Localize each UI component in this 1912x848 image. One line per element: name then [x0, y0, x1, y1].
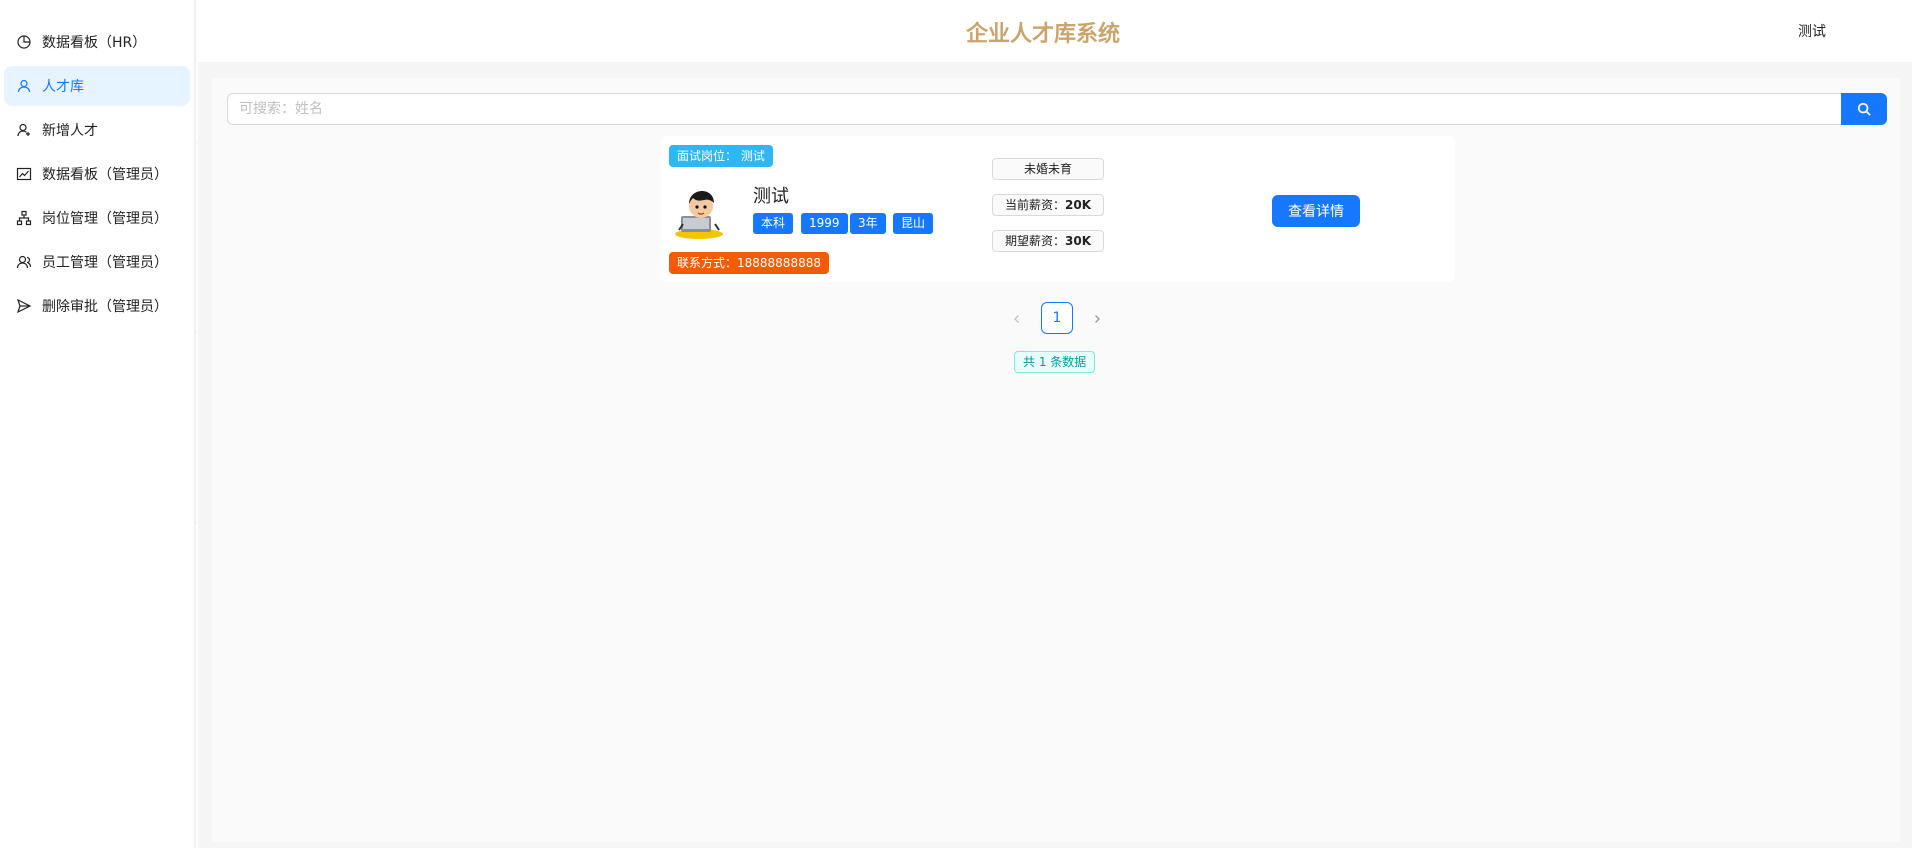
chevron-right-icon	[1095, 315, 1100, 323]
contact-tag: 联系方式：18888888888	[669, 252, 829, 274]
current-salary-label: 当前薪资：	[1004, 198, 1065, 212]
top-header: 企业人才库系统 测试	[198, 0, 1912, 62]
search-button[interactable]	[1841, 93, 1887, 125]
sidebar-item-label: 数据看板（管理员）	[42, 167, 168, 183]
expected-salary-value: 30K	[1065, 234, 1091, 248]
page-number-button[interactable]: 1	[1041, 302, 1073, 334]
search-input[interactable]	[227, 93, 1841, 125]
search-icon	[1857, 102, 1871, 116]
sidebar-item-admin-dashboard[interactable]: 数据看板（管理员）	[4, 154, 190, 194]
sidebar-item-employee-management[interactable]: 员工管理（管理员）	[4, 242, 190, 282]
sidebar-item-label: 数据看板（HR）	[42, 35, 147, 51]
sidebar: 数据看板（HR） 人才库 新增人才 数据看板（管理员） 岗位管理（管理员） 员工…	[0, 0, 196, 848]
city-tag: 昆山	[893, 213, 934, 234]
current-salary-value: 20K	[1065, 198, 1091, 212]
total-count-badge: 共 1 条数据	[1014, 351, 1096, 373]
avatar	[671, 186, 727, 242]
sidebar-item-label: 员工管理（管理员）	[42, 255, 168, 271]
search-bar	[227, 93, 1887, 125]
candidate-card: 面试岗位： 测试 测试 本科 1999 3年 昆山 联系方式：188888888…	[661, 136, 1455, 282]
send-icon	[16, 298, 32, 314]
next-page-button[interactable]	[1089, 310, 1105, 330]
marital-status: 未婚未育	[992, 158, 1104, 180]
sidebar-item-label: 人才库	[42, 79, 84, 95]
expected-salary: 期望薪资：30K	[992, 230, 1104, 252]
birth-year-tag: 1999	[801, 213, 848, 234]
prev-page-button[interactable]	[1009, 310, 1025, 330]
chevron-left-icon	[1014, 315, 1019, 323]
education-tag: 本科	[753, 213, 794, 234]
current-user[interactable]: 测试	[1798, 21, 1826, 41]
sidebar-item-talent-pool[interactable]: 人才库	[4, 66, 190, 106]
sidebar-item-label: 删除审批（管理员）	[42, 299, 168, 315]
sidebar-item-position-management[interactable]: 岗位管理（管理员）	[4, 198, 190, 238]
line-chart-icon	[16, 166, 32, 182]
sidebar-item-label: 岗位管理（管理员）	[42, 211, 168, 227]
current-salary: 当前薪资：20K	[992, 194, 1104, 216]
expected-salary-label: 期望薪资：	[1004, 234, 1065, 248]
sidebar-item-hr-dashboard[interactable]: 数据看板（HR）	[4, 22, 190, 62]
sidebar-item-label: 新增人才	[42, 123, 98, 139]
pie-chart-icon	[16, 34, 32, 50]
experience-tag: 3年	[850, 213, 886, 234]
candidate-name: 测试	[753, 186, 789, 207]
sidebar-item-delete-approval[interactable]: 删除审批（管理员）	[4, 286, 190, 326]
marital-status-text: 未婚未育	[1023, 162, 1072, 176]
user-icon	[16, 78, 32, 94]
sidebar-item-add-talent[interactable]: 新增人才	[4, 110, 190, 150]
team-icon	[16, 254, 32, 270]
user-add-icon	[16, 122, 32, 138]
position-tag: 面试岗位： 测试	[669, 145, 773, 167]
app-title: 企业人才库系统	[198, 16, 1912, 48]
org-chart-icon	[16, 210, 32, 226]
view-details-button[interactable]: 查看详情	[1272, 195, 1360, 227]
app-title-text: 企业人才库系统	[965, 22, 1120, 47]
